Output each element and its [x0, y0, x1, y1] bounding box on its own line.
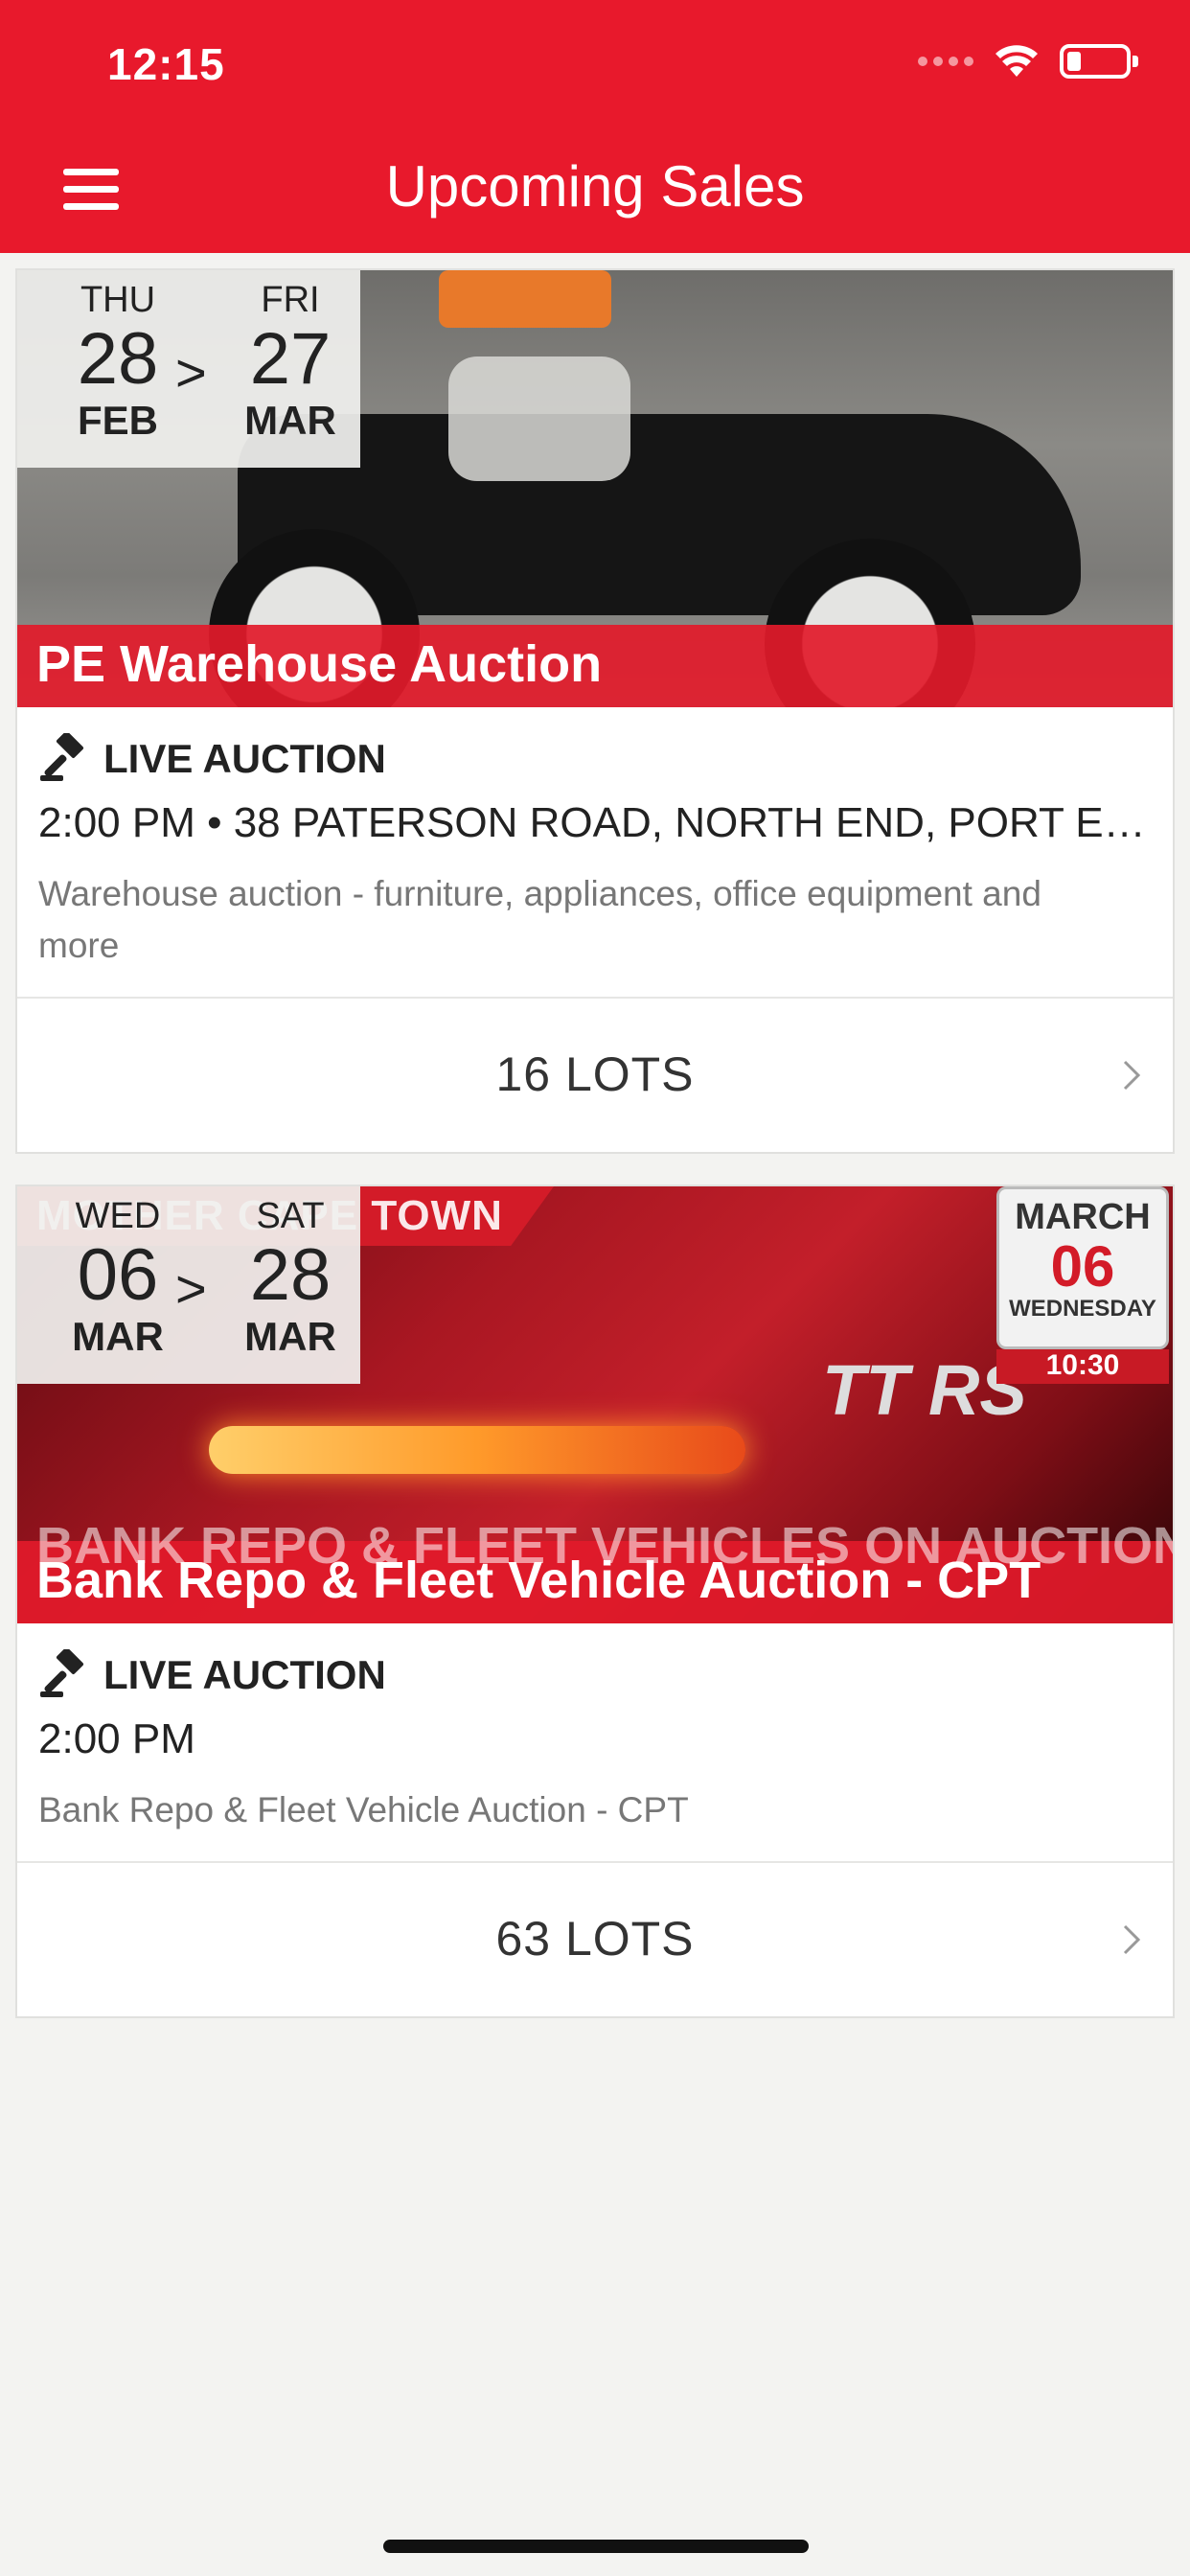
auction-type-label: LIVE AUCTION [103, 1652, 386, 1697]
start-dow: THU [80, 280, 156, 320]
date-arrow: > [175, 1258, 207, 1319]
gavel-icon [40, 1649, 84, 1697]
sale-info: LIVE AUCTION 2:00 PM • 38 PATERSON ROAD,… [17, 707, 1173, 972]
end-dow: FRI [261, 280, 320, 320]
end-day: 28 [249, 1234, 332, 1316]
sale-description: Bank Repo & Fleet Vehicle Auction - CPT [38, 1790, 689, 1829]
end-day: 27 [249, 318, 332, 400]
sale-time-location: 2:00 PM [38, 1715, 195, 1762]
tail-light-image [209, 1426, 745, 1474]
end-dow: SAT [256, 1196, 325, 1236]
end-date: FRI 27 MAR [218, 280, 362, 444]
start-dow: WED [75, 1196, 161, 1236]
start-day: 28 [77, 318, 159, 400]
sale-description: Warehouse auction - furniture, appliance… [38, 874, 1041, 965]
status-time: 12:15 [107, 39, 225, 89]
auction-type: LIVE AUCTION [38, 728, 1152, 790]
car-image-detail [439, 270, 611, 328]
lots-count: 63 LOTS [495, 1912, 695, 1966]
wifi-icon [995, 45, 1038, 77]
chevron-right-icon [1123, 1060, 1141, 1091]
home-indicator[interactable] [383, 2540, 809, 2553]
car-image-seat [448, 356, 630, 481]
lots-count: 16 LOTS [495, 1047, 695, 1101]
app-root: 12:15 Upcoming Sales THU 28 FEB > FRI 27… [0, 0, 1190, 2576]
page-title: Upcoming Sales [385, 154, 805, 218]
sale-name: Bank Repo & Fleet Vehicle Auction - CPT [36, 1552, 1041, 1609]
date-arrow: > [175, 342, 207, 402]
start-day: 06 [77, 1234, 159, 1316]
start-date: WED 06 MAR [46, 1196, 190, 1360]
date-range: WED 06 MAR > SAT 28 MAR [17, 1186, 360, 1384]
sale-name-band: PE Warehouse Auction [17, 625, 1173, 707]
battery-icon [1060, 44, 1138, 79]
auction-type: LIVE AUCTION [38, 1644, 1152, 1706]
sale-image: THU 28 FEB > FRI 27 MAR PE Warehouse Auc… [17, 270, 1173, 707]
sale-name-band: BANK REPO & FLEET VEHICLES ON AUCTION Ba… [17, 1517, 1173, 1623]
chevron-right-icon [1123, 1924, 1141, 1955]
signal-icon [918, 57, 973, 66]
lots-button[interactable]: 16 LOTS [17, 997, 1173, 1152]
sale-name: PE Warehouse Auction [36, 635, 603, 693]
lots-button[interactable]: 63 LOTS [17, 1861, 1173, 2016]
end-month: MAR [244, 1313, 336, 1359]
sale-info: LIVE AUCTION 2:00 PM Bank Repo & Fleet V… [17, 1623, 1173, 1836]
end-month: MAR [244, 397, 336, 443]
start-month: MAR [72, 1313, 164, 1359]
date-range: THU 28 FEB > FRI 27 MAR [17, 270, 360, 468]
sale-card[interactable]: MOTHER CAPE TOWN AUCTION TT RS MARCH 06 … [15, 1184, 1175, 2018]
top-bar: 12:15 Upcoming Sales [0, 0, 1190, 253]
calendar-graphic: MARCH 06 WEDNESDAY [996, 1186, 1169, 1349]
status-icons [918, 44, 1138, 79]
start-month: FEB [78, 397, 158, 443]
calendar-month: MARCH [1015, 1197, 1151, 1237]
start-date: THU 28 FEB [46, 280, 190, 444]
calendar-day: 06 [1050, 1234, 1115, 1299]
gavel-icon [40, 733, 84, 781]
calendar-time: 10:30 [996, 1349, 1169, 1384]
auction-type-label: LIVE AUCTION [103, 736, 386, 781]
sale-time-location: 2:00 PM • 38 PATERSON ROAD, NORTH END, P… [38, 799, 1146, 846]
calendar-weekday: WEDNESDAY [1009, 1296, 1156, 1322]
end-date: SAT 28 MAR [218, 1196, 362, 1360]
sale-card[interactable]: THU 28 FEB > FRI 27 MAR PE Warehouse Auc… [15, 268, 1175, 1154]
sale-image: MOTHER CAPE TOWN AUCTION TT RS MARCH 06 … [17, 1186, 1173, 1623]
